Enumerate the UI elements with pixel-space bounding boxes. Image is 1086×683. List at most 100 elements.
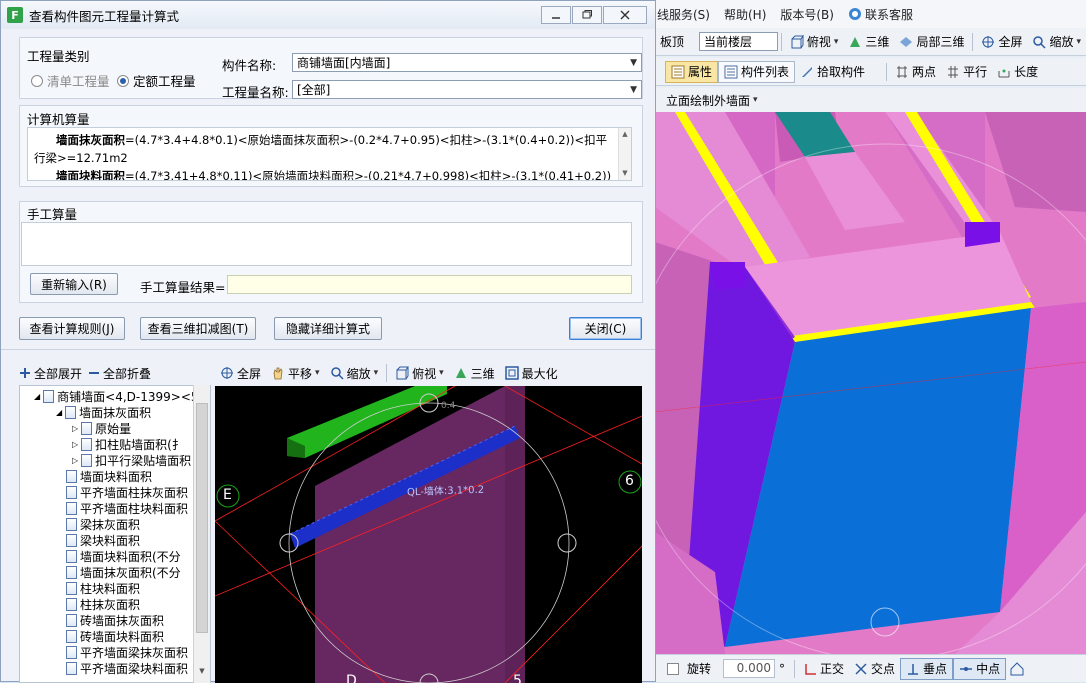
bg-pick-button[interactable]: 拾取构件 (795, 61, 870, 83)
bg-menu-service[interactable]: 线服务(S) (657, 6, 710, 23)
bg-menu-support[interactable]: 联系客服 (848, 6, 913, 23)
quantity-tree[interactable]: ◢ 商铺墙面<4,D-1399><5,1 ◢ 墙面抹灰面积 ▷ 原始量 ▷ 扣柱贴墙面积(… (19, 385, 211, 683)
tree-item-label: 墙面抹灰面积(不分 (80, 565, 181, 580)
tree-item[interactable]: 平齐墙面梁抹灰面积 (66, 644, 188, 660)
bg-twopoint-button[interactable]: 两点 (890, 61, 941, 83)
manual-calc-label: 手工算量 (27, 207, 78, 222)
bg-property-button[interactable]: 属性 (665, 60, 719, 83)
rotate-checkbox[interactable] (667, 662, 679, 675)
manual-formula-input[interactable] (21, 222, 632, 266)
dialog-titlebar[interactable]: F 查看构件图元工程量计算式 (1, 1, 655, 29)
ortho-button[interactable]: 正交 (798, 658, 849, 680)
maximize-button[interactable] (572, 6, 602, 24)
home-icon[interactable] (1010, 661, 1024, 676)
tree-item[interactable]: 平齐墙面柱块料面积 (66, 500, 188, 516)
tree-item[interactable]: 砖墙面抹灰面积 (66, 612, 164, 628)
tree-item[interactable]: 墙面块料面积(不分 (66, 548, 181, 564)
tree-item-label: 柱块料面积 (80, 581, 141, 596)
tree-item-label: 砖墙面块料面积 (80, 629, 165, 644)
collapsed-arrow-icon[interactable]: ▷ (72, 456, 78, 465)
fullscreen-icon (221, 367, 233, 379)
rotate-label: 旋转 (687, 662, 712, 676)
tree-item-label: 墙面块料面积 (80, 469, 153, 484)
calc-scrollbar[interactable]: ▲ ▼ (618, 128, 631, 180)
view-maximize-button[interactable]: 最大化 (500, 362, 563, 384)
tree-item[interactable]: 平齐墙面柱抹灰面积 (66, 484, 188, 500)
bg-local3d-button[interactable]: 局部三维 (894, 31, 969, 53)
beam-label: QL-墙体:3.1*0.2 (406, 484, 485, 499)
bg-component-list-button[interactable]: 构件列表 (718, 60, 796, 83)
component-name-select[interactable]: 商铺墙面[内墙面] ▼ (292, 53, 642, 72)
expand-arrow-icon[interactable]: ◢ (56, 408, 62, 417)
document-icon (81, 421, 93, 435)
tree-item[interactable]: ▷ 扣柱贴墙面积(扌 (72, 436, 184, 452)
tree-scroll-thumb[interactable] (196, 403, 208, 633)
bg-3d-scene (655, 112, 1086, 654)
radio-list-qty[interactable]: 清单工程量 (31, 71, 110, 90)
reenter-button[interactable]: 重新输入(R) (30, 273, 118, 295)
intersect-button[interactable]: 交点 (849, 658, 900, 680)
collapse-all-button[interactable]: 全部折叠 (88, 365, 151, 382)
calc-line2-expr: 行梁>=12.71m2 (34, 151, 128, 165)
tree-item[interactable]: ▷ 原始量 (72, 420, 131, 436)
deduct-3d-viewport[interactable]: E 6 D 5 QL-墙体:3.1*0.2 0.4 (215, 386, 642, 683)
view-3d-button[interactable]: 三维 (449, 362, 500, 384)
document-icon (66, 485, 77, 499)
hide-detail-button[interactable]: 隐藏详细计算式 (274, 317, 382, 340)
fullscreen-icon (982, 35, 995, 48)
view-3d-deduct-button[interactable]: 查看三维扣减图(T) (140, 317, 256, 340)
restore-icon (582, 10, 592, 19)
support-icon (848, 8, 861, 20)
tree-item[interactable]: 砖墙面块料面积 (66, 628, 164, 644)
zoom-icon (1033, 35, 1046, 49)
view-fullscreen-button[interactable]: 全屏 (215, 362, 266, 384)
tree-root[interactable]: ◢ 商铺墙面<4,D-1399><5,1 (34, 388, 210, 404)
collapsed-arrow-icon[interactable]: ▷ (72, 424, 78, 433)
bg-menu-version[interactable]: 版本号(B) (780, 6, 834, 23)
bg-toolbar-3: 立面绘制外墙面 ▾ (655, 88, 1086, 112)
document-icon (43, 389, 55, 403)
close-window-button[interactable] (603, 6, 647, 24)
bg-fullscreen-button[interactable]: 全屏 (976, 31, 1027, 53)
tree-item[interactable]: 柱抹灰面积 (66, 596, 140, 612)
view-zoom-button[interactable]: 缩放 ▾ (325, 362, 384, 384)
collapsed-arrow-icon[interactable]: ▷ (72, 440, 78, 449)
tree-item[interactable]: ▷ 扣平行梁贴墙面积 (72, 452, 191, 468)
bg-length-button[interactable]: 长度 (992, 61, 1043, 83)
floor-select[interactable]: 当前楼层 (699, 32, 778, 51)
view-pan-button[interactable]: 平移 ▾ (266, 362, 325, 384)
minimize-button[interactable] (541, 6, 571, 24)
view-topview-button[interactable]: 俯视 ▾ (390, 362, 449, 384)
tree-item[interactable]: 墙面抹灰面积(不分 (66, 564, 181, 580)
radio-quota-qty[interactable]: 定额工程量 (117, 71, 196, 90)
close-button[interactable]: 关闭(C) (569, 317, 642, 340)
radio-list-dot (31, 74, 43, 87)
tree-item[interactable]: 梁抹灰面积 (66, 516, 140, 532)
tree-item[interactable]: 柱块料面积 (66, 580, 140, 596)
bg-menu-help[interactable]: 帮助(H) (724, 6, 766, 23)
perp-button[interactable]: 垂点 (900, 657, 954, 680)
manual-result-field[interactable] (227, 275, 632, 294)
tree-item[interactable]: 平齐墙面梁块料面积 (66, 660, 188, 676)
calc-line3-expr: =(4.7*3.41+4.8*0.11)<原始墙面块料面积>-(0.21*4.7… (125, 169, 612, 181)
qty-name-select[interactable]: [全部] ▼ (292, 80, 642, 99)
bg-topview-button[interactable]: 俯视 ▾ (785, 31, 844, 53)
expand-all-button[interactable]: 全部展开 (19, 365, 82, 382)
calc-formula-text[interactable]: 墙面抹灰面积=(4.7*3.4+4.8*0.1)<原始墙面抹灰面积>-(0.2*… (27, 127, 632, 181)
expand-arrow-icon: ◢ (34, 391, 41, 401)
tree-scrollbar[interactable]: ▼ (193, 385, 210, 683)
tree-item[interactable]: 梁块料面积 (66, 532, 140, 548)
midpoint-button[interactable]: 中点 (953, 657, 1007, 680)
bg-zoom-button[interactable]: 缩放 ▾ (1027, 31, 1086, 53)
tree-item-label: 墙面抹灰面积 (79, 405, 152, 420)
tree-item[interactable]: ◢ 墙面抹灰面积 (56, 404, 151, 420)
tree-item[interactable]: 墙面块料面积 (66, 468, 152, 484)
bg-3d-button[interactable]: 三维 (843, 31, 894, 53)
radio-quota-dot (117, 74, 129, 87)
rotate-angle-input[interactable]: 0.000 (723, 659, 776, 678)
bg-3d-viewport[interactable] (655, 112, 1086, 654)
bg-parallel-button[interactable]: 平行 (941, 61, 992, 83)
bg-facade-button[interactable]: 立面绘制外墙面 ▾ (661, 89, 763, 111)
view-rules-button[interactable]: 查看计算规则(J) (19, 317, 125, 340)
bg-menu-bar: 线服务(S) 帮助(H) 版本号(B) 联系客服 (655, 0, 1086, 28)
